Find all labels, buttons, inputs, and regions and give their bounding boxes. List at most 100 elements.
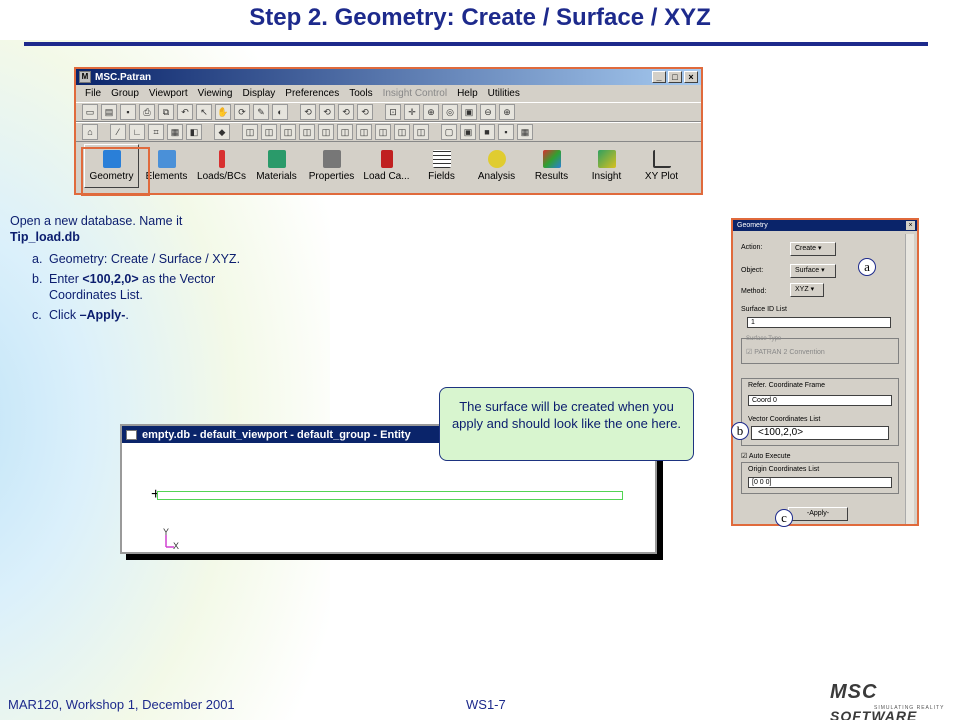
toolbar-row-1: ▭ ▤ ▪ ⎙ ⧉ ↶ ↖ ✋ ⟳ ✎ ◐ ⟲ ⟲ ⟲ ⟲ ⊡ ✛ ⊕ ◎ ▣ … bbox=[76, 102, 701, 122]
cursor-icon[interactable]: ↖ bbox=[196, 104, 212, 120]
viewport-window-icon bbox=[126, 429, 137, 440]
app-load-cases[interactable]: Load Ca... bbox=[359, 144, 414, 188]
app-analysis[interactable]: Analysis bbox=[469, 144, 524, 188]
model-icon[interactable]: ◐ bbox=[272, 104, 288, 120]
app-fields[interactable]: Fields bbox=[414, 144, 469, 188]
open-icon[interactable]: ▤ bbox=[101, 104, 117, 120]
view-left-icon[interactable]: ◫ bbox=[318, 124, 334, 140]
app-materials[interactable]: Materials bbox=[249, 144, 304, 188]
xy-plot-icon bbox=[652, 150, 671, 168]
menu-insight-control[interactable]: Insight Control bbox=[378, 88, 452, 99]
logo-tagline: SIMULATING REALITY bbox=[874, 705, 945, 711]
spin-icon[interactable]: ⟳ bbox=[234, 104, 250, 120]
menu-group[interactable]: Group bbox=[106, 88, 144, 99]
snap-icon[interactable]: ◆ bbox=[214, 124, 230, 140]
view-front-icon[interactable]: ◫ bbox=[242, 124, 258, 140]
view-back-icon[interactable]: ◫ bbox=[261, 124, 277, 140]
toolbar-row-2: ⌂ ⁄ ∟ ⌗ ▦ ◧ ◆ ◫ ◫ ◫ ◫ ◫ ◫ ◫ ◫ ◫ ◫ ▢ ▣ ■ … bbox=[76, 122, 701, 142]
app-loads-bcs[interactable]: Loads/BCs bbox=[194, 144, 249, 188]
menu-display[interactable]: Display bbox=[238, 88, 281, 99]
refer-frame-field[interactable]: Coord 0 bbox=[748, 395, 892, 406]
color-icon[interactable]: ◧ bbox=[186, 124, 202, 140]
app-insight[interactable]: Insight bbox=[579, 144, 634, 188]
rotate-z-icon[interactable]: ⟲ bbox=[338, 104, 354, 120]
auto-execute-checkbox[interactable]: ☑ Auto Execute bbox=[741, 452, 790, 460]
menu-tools[interactable]: Tools bbox=[344, 88, 377, 99]
view-iso1-icon[interactable]: ◫ bbox=[356, 124, 372, 140]
view-icon[interactable]: ◎ bbox=[442, 104, 458, 120]
marker-a: a bbox=[858, 258, 876, 276]
menu-viewport[interactable]: Viewport bbox=[144, 88, 193, 99]
app-results[interactable]: Results bbox=[524, 144, 579, 188]
origin-icon[interactable]: ⊕ bbox=[423, 104, 439, 120]
print-icon[interactable]: ⎙ bbox=[139, 104, 155, 120]
view-right-icon[interactable]: ◫ bbox=[337, 124, 353, 140]
surface-id-field[interactable]: 1 bbox=[747, 317, 891, 328]
close-icon[interactable]: × bbox=[906, 221, 915, 230]
object-value: Surface bbox=[795, 267, 820, 274]
zoom-in-icon[interactable]: ⊕ bbox=[499, 104, 515, 120]
pan-icon[interactable]: ✋ bbox=[215, 104, 231, 120]
origin-group: Origin Coordinates List [0 0 0] bbox=[741, 462, 899, 494]
copy-icon[interactable]: ⧉ bbox=[158, 104, 174, 120]
menu-file[interactable]: File bbox=[80, 88, 106, 99]
view-iso3-icon[interactable]: ◫ bbox=[394, 124, 410, 140]
view-bottom-icon[interactable]: ◫ bbox=[299, 124, 315, 140]
geometry-form-scrollbar[interactable] bbox=[905, 234, 914, 524]
hidden-line-icon[interactable]: ▣ bbox=[460, 124, 476, 140]
minimize-icon[interactable]: _ bbox=[652, 71, 666, 83]
vector-coordinates-field[interactable]: <100,2,0> bbox=[751, 426, 889, 440]
rotate-free-icon[interactable]: ⟲ bbox=[357, 104, 373, 120]
footer-page: WS1-7 bbox=[466, 697, 506, 712]
surface-geometry[interactable] bbox=[157, 491, 623, 500]
action-dropdown[interactable]: Create ▾ bbox=[790, 242, 836, 256]
save-icon[interactable]: ▪ bbox=[120, 104, 136, 120]
origin-field[interactable]: [0 0 0] bbox=[748, 477, 892, 488]
erase-icon[interactable]: ⁄ bbox=[110, 124, 126, 140]
label-icon[interactable]: ⌗ bbox=[148, 124, 164, 140]
undo-icon[interactable]: ↶ bbox=[177, 104, 193, 120]
method-dropdown[interactable]: XYZ ▾ bbox=[790, 283, 824, 297]
surface-type-group: Surface Type ☑ PATRAN 2 Convention bbox=[741, 336, 899, 364]
app-xy-plot[interactable]: XY Plot bbox=[634, 144, 689, 188]
paint-icon[interactable]: ✎ bbox=[253, 104, 269, 120]
zoom-box-icon[interactable]: ▣ bbox=[461, 104, 477, 120]
view-iso2-icon[interactable]: ◫ bbox=[375, 124, 391, 140]
callout-note: The surface will be created when you app… bbox=[439, 387, 694, 461]
view-top-icon[interactable]: ◫ bbox=[280, 124, 296, 140]
center-icon[interactable]: ✛ bbox=[404, 104, 420, 120]
step-a-text: Geometry: Create / Surface / XYZ. bbox=[49, 252, 241, 266]
step-c: c. Click –Apply-. bbox=[32, 307, 280, 323]
maximize-icon[interactable]: □ bbox=[668, 71, 682, 83]
plot-icon[interactable]: ∟ bbox=[129, 124, 145, 140]
load-cases-icon bbox=[380, 150, 393, 168]
view-iso4-icon[interactable]: ◫ bbox=[413, 124, 429, 140]
shade-icon[interactable]: ▦ bbox=[167, 124, 183, 140]
app-properties[interactable]: Properties bbox=[304, 144, 359, 188]
object-dropdown[interactable]: Surface ▾ bbox=[790, 264, 836, 278]
smooth-shade-icon[interactable]: ■ bbox=[479, 124, 495, 140]
patran-app-icon: M bbox=[79, 71, 91, 83]
show-node-icon[interactable]: ▪ bbox=[498, 124, 514, 140]
menu-utilities[interactable]: Utilities bbox=[483, 88, 525, 99]
fit-icon[interactable]: ⊡ bbox=[385, 104, 401, 120]
method-value: XYZ bbox=[795, 286, 809, 293]
menu-help[interactable]: Help bbox=[452, 88, 483, 99]
show-element-icon[interactable]: ▦ bbox=[517, 124, 533, 140]
apply-button[interactable]: -Apply- bbox=[788, 507, 848, 521]
menu-preferences[interactable]: Preferences bbox=[280, 88, 344, 99]
axis-y-label: Y bbox=[163, 527, 169, 537]
menu-viewing[interactable]: Viewing bbox=[193, 88, 238, 99]
home-icon[interactable]: ⌂ bbox=[82, 124, 98, 140]
close-icon[interactable]: × bbox=[684, 71, 698, 83]
rotate-x-icon[interactable]: ⟲ bbox=[300, 104, 316, 120]
step-b-text: Enter <100,2,0> as the Vector Coordinate… bbox=[49, 271, 280, 303]
rotate-y-icon[interactable]: ⟲ bbox=[319, 104, 335, 120]
geometry-form-title: Geometry bbox=[737, 222, 768, 229]
zoom-out-icon[interactable]: ⊖ bbox=[480, 104, 496, 120]
wireframe-icon[interactable]: ▢ bbox=[441, 124, 457, 140]
slide-title: Step 2. Geometry: Create / Surface / XYZ bbox=[249, 4, 711, 31]
new-icon[interactable]: ▭ bbox=[82, 104, 98, 120]
step-b-bold: <100,2,0> bbox=[82, 272, 139, 286]
coordinate-axis-icon: Y X bbox=[163, 527, 179, 551]
